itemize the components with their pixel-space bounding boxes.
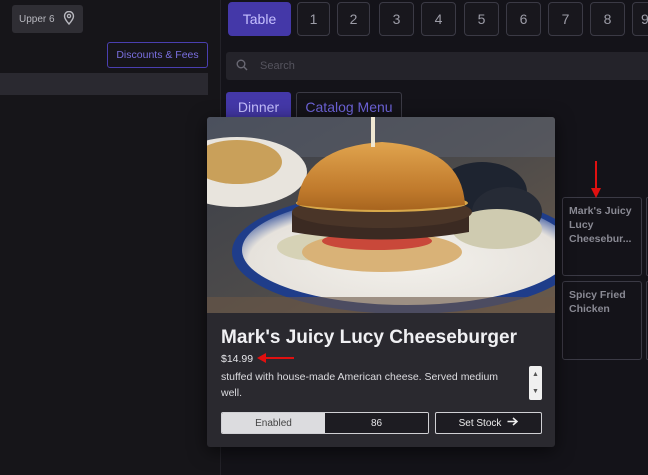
item-title: Mark's Juicy Lucy Cheeseburger bbox=[221, 327, 517, 348]
tab-5[interactable]: 5 bbox=[464, 2, 499, 36]
location-chip[interactable]: Upper 6 bbox=[12, 5, 83, 33]
annotation-arrow-left bbox=[257, 353, 294, 363]
annotation-arrow-down bbox=[591, 161, 601, 198]
location-label: Upper 6 bbox=[19, 13, 55, 25]
eighty-six-option[interactable]: 86 bbox=[325, 413, 428, 433]
item-description: stuffed with house-made American cheese.… bbox=[221, 371, 499, 399]
burger-photo bbox=[207, 117, 555, 313]
menu-item-label: Mark's Juicy Lucy Cheesebur... bbox=[569, 205, 632, 245]
order-summary-bar bbox=[0, 73, 208, 95]
item-price: $14.99 bbox=[221, 353, 254, 365]
search-icon bbox=[236, 59, 248, 74]
tab-4[interactable]: 4 bbox=[421, 2, 456, 36]
map-pin-icon bbox=[63, 10, 75, 28]
enabled-option[interactable]: Enabled bbox=[222, 413, 325, 433]
left-panel bbox=[0, 0, 220, 475]
availability-toggle[interactable]: Enabled 86 bbox=[221, 412, 429, 434]
search-bar[interactable]: Search bbox=[226, 52, 648, 80]
discounts-fees-button[interactable]: Discounts & Fees bbox=[107, 42, 208, 68]
tab-6[interactable]: 6 bbox=[506, 2, 541, 36]
item-detail-modal: Mark's Juicy Lucy Cheeseburger $14.99 st… bbox=[207, 117, 555, 447]
tab-2[interactable]: 2 bbox=[337, 2, 370, 36]
tab-8[interactable]: 8 bbox=[590, 2, 625, 36]
tab-1[interactable]: 1 bbox=[297, 2, 330, 36]
scroll-down-icon[interactable]: ▼ bbox=[532, 388, 539, 395]
tab-table[interactable]: Table bbox=[228, 2, 291, 36]
tab-9[interactable]: 9 bbox=[632, 2, 648, 36]
scroll-up-icon[interactable]: ▲ bbox=[532, 371, 539, 378]
set-stock-button[interactable]: Set Stock bbox=[435, 412, 542, 434]
tab-7[interactable]: 7 bbox=[548, 2, 583, 36]
search-placeholder: Search bbox=[260, 60, 295, 72]
menu-item-label: Spicy Fried Chicken bbox=[569, 289, 626, 315]
arrow-right-icon bbox=[507, 417, 519, 429]
set-stock-label: Set Stock bbox=[458, 417, 502, 429]
menu-item-card[interactable]: Mark's Juicy Lucy Cheesebur... bbox=[562, 197, 642, 276]
tab-3[interactable]: 3 bbox=[379, 2, 414, 36]
menu-item-card[interactable]: Spicy Fried Chicken bbox=[562, 281, 642, 360]
description-scroll-control[interactable]: ▲ ▼ bbox=[529, 366, 542, 400]
